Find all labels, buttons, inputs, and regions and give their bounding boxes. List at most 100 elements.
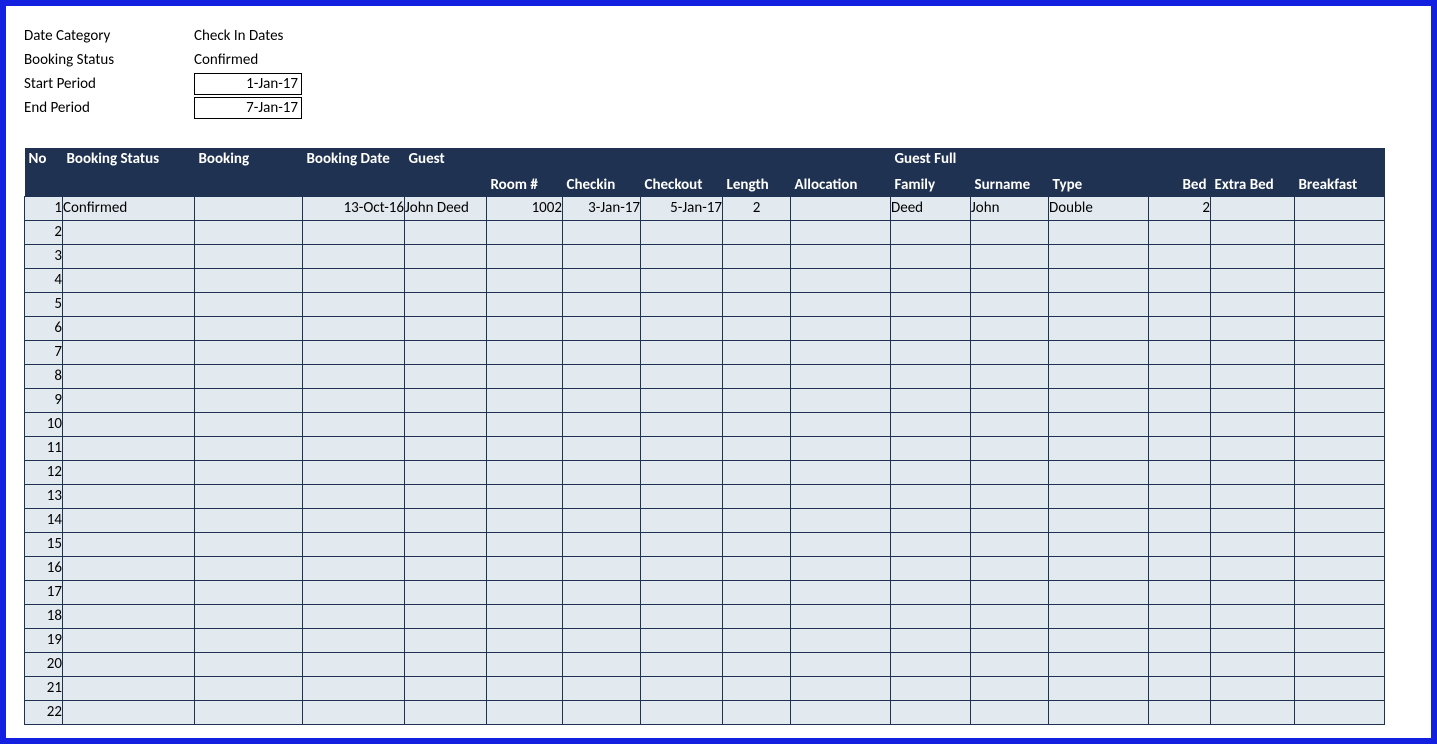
cell-no[interactable]: 13 (25, 484, 63, 508)
cell-allocation[interactable] (791, 388, 891, 412)
cell-checkin[interactable] (563, 652, 641, 676)
cell-family[interactable] (891, 340, 971, 364)
cell-type[interactable] (1049, 628, 1149, 652)
cell-allocation[interactable] (791, 484, 891, 508)
cell-room[interactable] (487, 388, 563, 412)
cell-family[interactable] (891, 628, 971, 652)
cell-allocation[interactable] (791, 316, 891, 340)
cell-type[interactable] (1049, 580, 1149, 604)
cell-checkout[interactable] (641, 532, 723, 556)
cell-extra_bed[interactable] (1211, 508, 1295, 532)
cell-bed[interactable] (1149, 412, 1211, 436)
cell-booking[interactable] (195, 604, 303, 628)
cell-guest[interactable] (405, 268, 487, 292)
cell-surname[interactable] (971, 340, 1049, 364)
cell-type[interactable] (1049, 460, 1149, 484)
cell-checkin[interactable] (563, 220, 641, 244)
cell-room[interactable] (487, 628, 563, 652)
cell-guest[interactable] (405, 532, 487, 556)
cell-checkin[interactable] (563, 580, 641, 604)
cell-surname[interactable] (971, 220, 1049, 244)
cell-status[interactable] (63, 412, 195, 436)
cell-extra_bed[interactable] (1211, 220, 1295, 244)
cell-checkout[interactable] (641, 340, 723, 364)
cell-checkin[interactable] (563, 484, 641, 508)
cell-bdate[interactable] (303, 316, 405, 340)
cell-guest[interactable] (405, 436, 487, 460)
cell-length[interactable] (723, 388, 791, 412)
cell-room[interactable] (487, 532, 563, 556)
cell-checkout[interactable] (641, 364, 723, 388)
cell-breakfast[interactable] (1295, 268, 1385, 292)
cell-type[interactable]: Double (1049, 196, 1149, 220)
cell-room[interactable] (487, 340, 563, 364)
cell-room[interactable] (487, 364, 563, 388)
cell-extra_bed[interactable] (1211, 292, 1295, 316)
filter-value-input[interactable]: 7-Jan-17 (194, 97, 302, 119)
cell-status[interactable] (63, 700, 195, 724)
cell-checkout[interactable] (641, 268, 723, 292)
cell-checkout[interactable] (641, 412, 723, 436)
cell-allocation[interactable] (791, 604, 891, 628)
cell-type[interactable] (1049, 652, 1149, 676)
cell-surname[interactable] (971, 364, 1049, 388)
cell-bdate[interactable] (303, 700, 405, 724)
cell-family[interactable] (891, 556, 971, 580)
cell-bed[interactable] (1149, 484, 1211, 508)
cell-family[interactable] (891, 316, 971, 340)
cell-family[interactable] (891, 388, 971, 412)
cell-room[interactable] (487, 556, 563, 580)
cell-checkout[interactable] (641, 700, 723, 724)
cell-family[interactable]: Deed (891, 196, 971, 220)
cell-length[interactable] (723, 532, 791, 556)
cell-family[interactable] (891, 364, 971, 388)
cell-breakfast[interactable] (1295, 700, 1385, 724)
cell-type[interactable] (1049, 316, 1149, 340)
cell-surname[interactable] (971, 676, 1049, 700)
cell-length[interactable] (723, 268, 791, 292)
cell-extra_bed[interactable] (1211, 484, 1295, 508)
cell-guest[interactable] (405, 556, 487, 580)
cell-breakfast[interactable] (1295, 244, 1385, 268)
cell-booking[interactable] (195, 196, 303, 220)
cell-length[interactable] (723, 220, 791, 244)
cell-breakfast[interactable] (1295, 676, 1385, 700)
cell-status[interactable] (63, 244, 195, 268)
cell-allocation[interactable] (791, 652, 891, 676)
cell-booking[interactable] (195, 364, 303, 388)
cell-surname[interactable] (971, 388, 1049, 412)
cell-room[interactable] (487, 220, 563, 244)
cell-bdate[interactable] (303, 580, 405, 604)
cell-guest[interactable] (405, 340, 487, 364)
cell-checkin[interactable] (563, 700, 641, 724)
cell-guest[interactable] (405, 292, 487, 316)
cell-breakfast[interactable] (1295, 316, 1385, 340)
cell-checkin[interactable]: 3-Jan-17 (563, 196, 641, 220)
cell-breakfast[interactable] (1295, 532, 1385, 556)
cell-bdate[interactable] (303, 604, 405, 628)
cell-bdate[interactable] (303, 652, 405, 676)
cell-no[interactable]: 16 (25, 556, 63, 580)
cell-no[interactable]: 1 (25, 196, 63, 220)
cell-surname[interactable] (971, 292, 1049, 316)
cell-checkin[interactable] (563, 364, 641, 388)
cell-status[interactable]: Confirmed (63, 196, 195, 220)
cell-bdate[interactable] (303, 244, 405, 268)
cell-room[interactable] (487, 292, 563, 316)
cell-status[interactable] (63, 580, 195, 604)
cell-booking[interactable] (195, 412, 303, 436)
cell-bed[interactable] (1149, 652, 1211, 676)
cell-checkin[interactable] (563, 316, 641, 340)
cell-length[interactable] (723, 604, 791, 628)
cell-surname[interactable] (971, 652, 1049, 676)
cell-surname[interactable] (971, 700, 1049, 724)
cell-allocation[interactable] (791, 412, 891, 436)
cell-length[interactable] (723, 700, 791, 724)
cell-status[interactable] (63, 460, 195, 484)
cell-length[interactable] (723, 460, 791, 484)
cell-guest[interactable] (405, 316, 487, 340)
cell-length[interactable] (723, 340, 791, 364)
cell-breakfast[interactable] (1295, 388, 1385, 412)
cell-extra_bed[interactable] (1211, 700, 1295, 724)
cell-checkout[interactable] (641, 316, 723, 340)
